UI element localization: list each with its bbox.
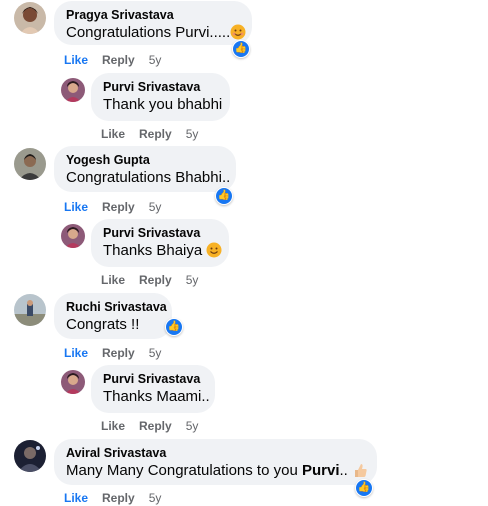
smiling-emoji-icon (206, 242, 222, 264)
reply-button[interactable]: Reply (139, 126, 172, 142)
like-button[interactable]: Like (101, 272, 125, 288)
like-reaction-icon[interactable]: 👍 (232, 40, 250, 58)
reply-button[interactable]: Reply (102, 490, 135, 506)
comment-text: Congratulations Bhabhi.. (66, 169, 231, 186)
like-button[interactable]: Like (101, 126, 125, 142)
comment-author[interactable]: Pragya Srivastava (66, 7, 240, 23)
timestamp[interactable]: 5y (149, 490, 162, 506)
reply-button[interactable]: Reply (102, 345, 135, 361)
reply-button[interactable]: Reply (102, 52, 135, 68)
avatar[interactable] (14, 294, 46, 326)
comment-bubble: Aviral Srivastava Many Many Congratulati… (54, 439, 377, 485)
comment-text: Thanks Bhaiya (103, 242, 203, 259)
avatar[interactable] (14, 2, 46, 34)
like-reaction-icon[interactable]: 👍 (165, 318, 183, 336)
comment-bubble: Ruchi Srivastava Congrats !! (54, 293, 172, 339)
like-button[interactable]: Like (64, 345, 88, 361)
comment-author[interactable]: Purvi Srivastava (103, 79, 218, 95)
avatar[interactable] (61, 78, 85, 102)
comment-author[interactable]: Ruchi Srivastava (66, 299, 167, 315)
avatar[interactable] (61, 224, 85, 248)
mentioned-name[interactable]: Purvi (302, 462, 340, 479)
timestamp[interactable]: 5y (186, 418, 199, 434)
comment-text: Congratulations Purvi..... (66, 24, 231, 41)
comment-author[interactable]: Purvi Srivastava (103, 371, 203, 387)
avatar[interactable] (14, 440, 46, 472)
comment-text: Thank you bhabhi (103, 96, 223, 113)
like-button[interactable]: Like (64, 52, 88, 68)
timestamp[interactable]: 5y (186, 126, 199, 142)
like-reaction-icon[interactable]: 👍 (355, 479, 373, 497)
comment-text: Thanks Maami.. (103, 388, 210, 405)
comment-author[interactable]: Aviral Srivastava (66, 445, 365, 461)
comment-text: Many Many Congratulations to you (66, 462, 302, 479)
like-reaction-icon[interactable]: 👍 (215, 187, 233, 205)
like-button[interactable]: Like (101, 418, 125, 434)
comment-bubble: Purvi Srivastava Thank you bhabhi (91, 73, 230, 121)
avatar[interactable] (14, 148, 46, 180)
comment-bubble: Purvi Srivastava Thanks Bhaiya (91, 219, 229, 267)
comment-bubble: Pragya Srivastava Congratulations Purvi.… (54, 1, 252, 45)
reply-button[interactable]: Reply (139, 272, 172, 288)
timestamp[interactable]: 5y (149, 199, 162, 215)
like-button[interactable]: Like (64, 199, 88, 215)
avatar[interactable] (61, 370, 85, 394)
comment-author[interactable]: Yogesh Gupta (66, 152, 224, 168)
comment-bubble: Yogesh Gupta Congratulations Bhabhi.. (54, 146, 236, 192)
reply-button[interactable]: Reply (102, 199, 135, 215)
like-button[interactable]: Like (64, 490, 88, 506)
timestamp[interactable]: 5y (186, 272, 199, 288)
comment-author[interactable]: Purvi Srivastava (103, 225, 217, 241)
timestamp[interactable]: 5y (149, 52, 162, 68)
reply-button[interactable]: Reply (139, 418, 172, 434)
timestamp[interactable]: 5y (149, 345, 162, 361)
comment-text: Congrats !! (66, 316, 140, 333)
comment-text-suffix: .. (339, 462, 348, 479)
comment-bubble: Purvi Srivastava Thanks Maami.. (91, 365, 215, 413)
